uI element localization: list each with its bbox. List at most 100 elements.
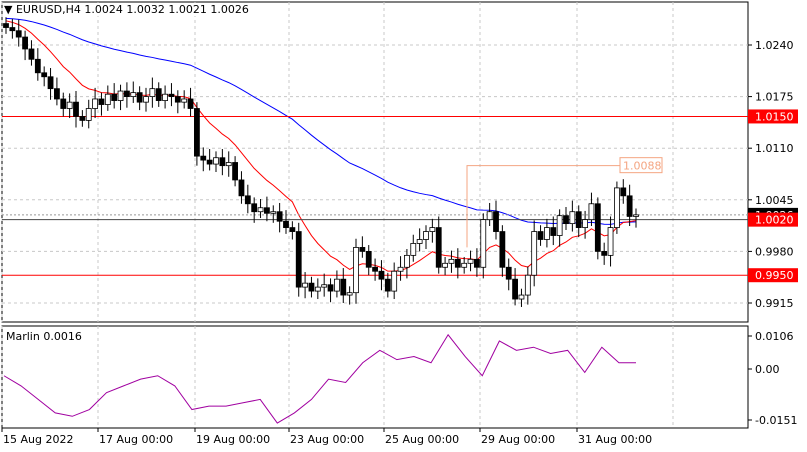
bear-candle <box>206 159 213 165</box>
bear-candle <box>15 30 22 38</box>
bull-candle <box>524 274 531 296</box>
bull-candle <box>480 219 487 268</box>
indicator-axis-label: 0.0106 <box>755 330 794 343</box>
bear-candle <box>98 98 105 105</box>
indicator-axis-label: -0.0151 <box>755 414 797 427</box>
bear-candle <box>28 48 35 60</box>
bear-candle <box>200 155 207 161</box>
bear-candle <box>155 88 162 101</box>
time-axis-label: 29 Aug 00:00 <box>481 433 555 446</box>
level-price-text: 1.0020 <box>755 214 794 227</box>
bear-candle <box>493 211 499 232</box>
menu-triangle-icon[interactable]: ▼ <box>4 3 12 16</box>
bull-candle <box>448 258 455 264</box>
symbol-label: EURUSD,H4 <box>15 3 81 16</box>
price-axis-label: 1.0110 <box>755 142 794 155</box>
chart-header: ▼ EURUSD,H4 1.0024 1.0032 1.0021 1.0026 <box>4 3 249 16</box>
bear-candle <box>168 93 175 97</box>
bear-candle <box>219 157 226 167</box>
bear-candle <box>378 270 385 280</box>
bull-candle <box>117 90 124 101</box>
bear-candle <box>276 211 283 222</box>
bull-candle <box>467 258 474 264</box>
price-axis-label: 1.0045 <box>755 194 794 207</box>
bull-candle <box>633 214 639 217</box>
bull-candle <box>531 231 538 276</box>
bull-candle <box>429 227 436 232</box>
bear-candle <box>111 93 118 101</box>
bear-candle <box>41 72 48 78</box>
bear-candle <box>187 98 194 109</box>
bear-candle <box>264 207 270 214</box>
bull-candle <box>181 98 188 103</box>
bull-candle <box>588 203 595 221</box>
bear-candle <box>537 231 544 240</box>
price-axis-label: 1.0175 <box>755 91 794 104</box>
bull-candle <box>416 239 423 244</box>
bear-candle <box>54 88 60 100</box>
bear-candle <box>454 258 461 268</box>
bear-candle <box>372 266 378 272</box>
time-axis-label: 17 Aug 00:00 <box>99 433 173 446</box>
bear-candle <box>174 96 181 103</box>
low-value: 1.0021 <box>168 3 207 16</box>
bull-candle <box>334 278 340 292</box>
bear-candle <box>308 282 315 292</box>
bear-candle <box>435 227 442 268</box>
bull-candle <box>391 270 398 292</box>
bull-candle <box>321 284 328 288</box>
price-axis-label: 1.0240 <box>755 39 794 52</box>
bear-candle <box>594 203 601 252</box>
high-value: 1.0032 <box>126 3 165 16</box>
bear-candle <box>22 36 28 50</box>
bull-candle <box>423 231 429 240</box>
bear-candle <box>512 278 518 300</box>
bull-candle <box>544 227 550 240</box>
time-axis-label: 31 Aug 00:00 <box>578 433 652 446</box>
bull-candle <box>314 286 321 292</box>
bull-candle <box>130 92 137 97</box>
bear-candle <box>601 250 608 256</box>
bull-candle <box>85 108 92 121</box>
bear-candle <box>563 215 569 225</box>
bull-candle <box>104 93 111 105</box>
bear-candle <box>238 179 245 197</box>
bull-candle <box>257 207 264 213</box>
price-chart[interactable]: 1.0240 1.0175 1.0110 1.0045 0.9980 0.9915 0.01… <box>0 0 807 452</box>
bull-candle <box>404 254 410 268</box>
time-axis-label: 25 Aug 00:00 <box>385 433 459 446</box>
indicator-label: Marlin 0.0016 <box>6 330 82 343</box>
price-axis-label: 0.9915 <box>755 297 794 310</box>
bear-candle <box>474 258 480 268</box>
bull-candle <box>486 211 493 221</box>
time-axis-label: 19 Aug 00:00 <box>196 433 270 446</box>
annotation-label: 1.0088 <box>623 160 662 173</box>
bull-candle <box>410 243 417 256</box>
bear-candle <box>340 278 347 296</box>
bear-candle <box>575 211 582 228</box>
bear-candle <box>384 278 391 292</box>
bear-candle <box>34 58 41 74</box>
bull-candle <box>162 93 168 101</box>
open-value: 1.0024 <box>84 3 123 16</box>
bull-candle <box>149 88 156 97</box>
bear-candle <box>9 27 16 32</box>
bear-candle <box>244 195 251 205</box>
bear-candle <box>194 108 200 157</box>
bear-candle <box>251 203 258 213</box>
bull-candle <box>213 157 219 165</box>
level-price-text: 1.0150 <box>755 110 794 123</box>
bear-candle <box>365 250 372 268</box>
bull-candle <box>614 187 620 228</box>
bull-candle <box>225 162 232 167</box>
bull-candle <box>569 211 576 225</box>
bear-candle <box>124 90 130 97</box>
time-axis-label: 23 Aug 00:00 <box>290 433 364 446</box>
bear-candle <box>505 266 512 280</box>
bull-candle <box>353 247 359 294</box>
bear-candle <box>60 98 67 109</box>
bull-candle <box>461 262 468 268</box>
time-axis-label: 15 Aug 2022 <box>3 433 73 446</box>
price-axis-label: 0.9980 <box>755 245 794 258</box>
bear-candle <box>327 284 334 292</box>
